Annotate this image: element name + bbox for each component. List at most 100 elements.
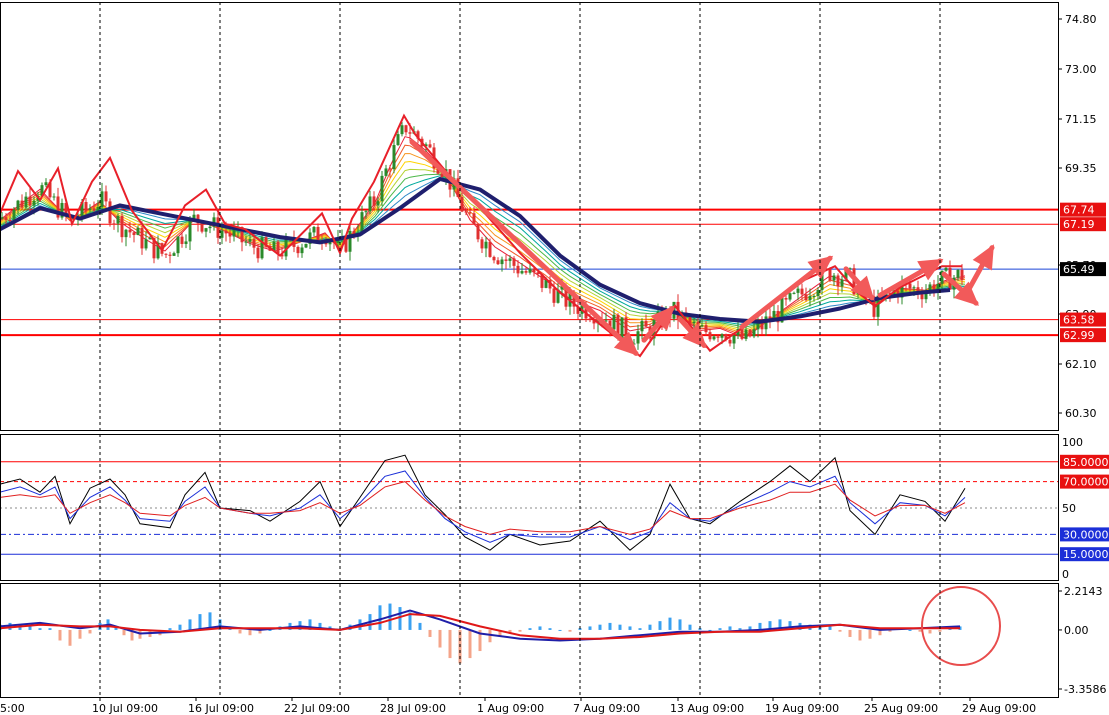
price-axis-label: 73.00 bbox=[1065, 63, 1097, 76]
candle-body bbox=[788, 293, 792, 300]
candle-body bbox=[296, 246, 300, 254]
price-axis-label: 65.49 bbox=[1063, 263, 1095, 276]
candle-body bbox=[100, 191, 104, 208]
candle-body bbox=[44, 182, 48, 186]
macd-histogram-bar bbox=[488, 629, 492, 643]
candle-body bbox=[176, 236, 180, 254]
candle-body bbox=[716, 336, 720, 338]
candle-body bbox=[692, 321, 696, 324]
candle-body bbox=[784, 298, 788, 300]
candle-body bbox=[228, 233, 232, 237]
candle-body bbox=[220, 230, 224, 238]
candle-body bbox=[732, 335, 736, 344]
candle-body bbox=[144, 239, 148, 249]
candle-body bbox=[516, 265, 520, 274]
macd-axis-label: 2.2143 bbox=[1064, 585, 1103, 598]
candle-body bbox=[748, 329, 752, 337]
macd-histogram-bar bbox=[678, 619, 682, 630]
stochastic-panel[interactable] bbox=[0, 454, 1058, 555]
candle-body bbox=[700, 325, 704, 327]
macd-histogram-bar bbox=[178, 624, 182, 630]
candle-body bbox=[28, 196, 32, 206]
macd-histogram-bar bbox=[538, 626, 542, 630]
macd-histogram-bar bbox=[638, 628, 642, 630]
candle-body bbox=[300, 247, 304, 254]
time-axis-label: 1 Aug 09:00 bbox=[477, 702, 544, 715]
candle-body bbox=[528, 268, 532, 273]
candle-body bbox=[956, 269, 960, 278]
macd-histogram-bar bbox=[238, 629, 242, 634]
candle-body bbox=[104, 191, 108, 202]
candle-body bbox=[256, 247, 260, 259]
macd-histogram-bar bbox=[188, 619, 192, 630]
candle-body bbox=[484, 241, 488, 249]
time-axis-label: 19 Aug 09:00 bbox=[765, 702, 839, 715]
macd-panel[interactable] bbox=[0, 586, 1001, 666]
candle-body bbox=[496, 260, 500, 265]
candle-body bbox=[392, 145, 396, 170]
candle-body bbox=[116, 215, 120, 224]
macd-histogram-bar bbox=[468, 629, 472, 659]
trend-arrow-shaft bbox=[409, 139, 639, 356]
candle-body bbox=[88, 208, 92, 211]
price-axis-label: 60.30 bbox=[1065, 407, 1097, 420]
candle-body bbox=[704, 325, 708, 333]
macd-histogram-bar bbox=[448, 629, 452, 659]
candle-body bbox=[740, 329, 744, 339]
candle-body bbox=[372, 196, 376, 206]
candle-body bbox=[620, 317, 624, 338]
candle-body bbox=[204, 228, 208, 232]
candle-body bbox=[812, 295, 816, 297]
candle-body bbox=[836, 275, 840, 287]
highlight-circle bbox=[921, 586, 1001, 666]
macd-histogram-bar bbox=[588, 626, 592, 630]
macd-histogram-bar bbox=[908, 629, 912, 631]
candle-body bbox=[804, 294, 808, 301]
macd-axis-label: -3.3586 bbox=[1064, 683, 1106, 696]
macd-histogram-bar bbox=[68, 629, 72, 646]
candle-body bbox=[832, 275, 836, 281]
price-axis-label: 69.35 bbox=[1065, 162, 1097, 175]
stochastic-axis-label: 50 bbox=[1062, 502, 1076, 515]
candle-body bbox=[400, 125, 404, 135]
candle-body bbox=[120, 215, 124, 238]
time-axis-label: 22 Jul 09:00 bbox=[284, 702, 350, 715]
candle-body bbox=[544, 280, 548, 288]
candle-body bbox=[188, 219, 192, 242]
macd-histogram-bar bbox=[938, 629, 942, 632]
macd-histogram-bar bbox=[198, 614, 202, 630]
macd-histogram-bar bbox=[848, 629, 852, 637]
macd-histogram-bar bbox=[738, 628, 742, 630]
candle-body bbox=[84, 202, 88, 211]
candle-body bbox=[588, 318, 592, 320]
candle-body bbox=[552, 288, 556, 303]
candle-body bbox=[828, 268, 832, 281]
macd-histogram-bar bbox=[548, 628, 552, 630]
candle-body bbox=[524, 271, 528, 273]
stochastic-axis-label: 30.0000 bbox=[1063, 528, 1109, 541]
time-axis-label: 25 Aug 09:00 bbox=[864, 702, 938, 715]
candle-body bbox=[800, 288, 804, 295]
candle-body bbox=[708, 332, 712, 340]
candle-body bbox=[744, 329, 748, 339]
macd-histogram-bar bbox=[568, 629, 572, 632]
macd-histogram-bar bbox=[398, 607, 402, 630]
macd-histogram-bar bbox=[438, 629, 442, 648]
candle-body bbox=[520, 271, 524, 274]
price-axis-label: 63.58 bbox=[1063, 314, 1095, 327]
candle-body bbox=[380, 175, 384, 202]
candle-body bbox=[508, 258, 512, 261]
candle-body bbox=[312, 226, 316, 233]
macd-histogram-bar bbox=[168, 628, 172, 630]
candle-body bbox=[388, 168, 392, 170]
candle-body bbox=[112, 223, 116, 225]
candle-body bbox=[348, 230, 352, 252]
macd-histogram-bar bbox=[928, 629, 932, 634]
price-panel[interactable] bbox=[0, 113, 1058, 358]
candle-body bbox=[944, 267, 948, 271]
price-axis-label: 67.19 bbox=[1063, 218, 1095, 231]
macd-histogram-bar bbox=[868, 629, 872, 639]
trading-chart[interactable]: 74.8073.0071.1569.3567.7467.1965.7065.49… bbox=[0, 0, 1109, 715]
macd-histogram-bar bbox=[838, 629, 842, 632]
time-axis-label: 28 Jul 09:00 bbox=[380, 702, 446, 715]
